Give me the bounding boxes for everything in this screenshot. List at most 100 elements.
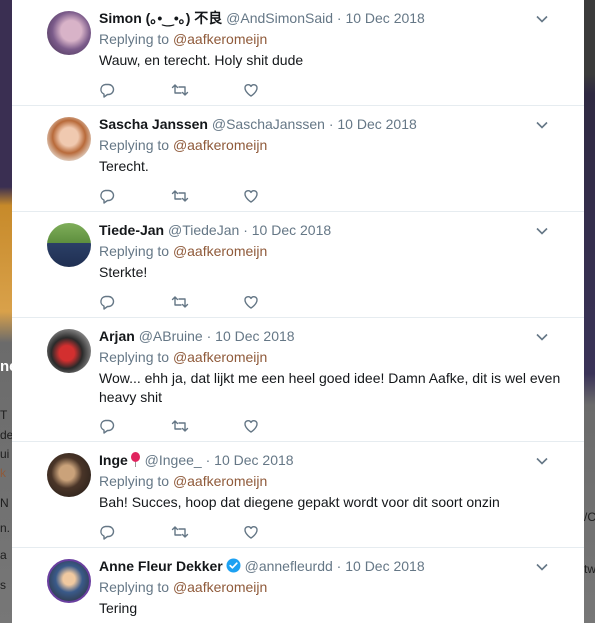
replying-to-label: Replying to — [99, 579, 170, 595]
avatar[interactable] — [47, 117, 91, 161]
like-button[interactable] — [243, 81, 315, 99]
reply-button[interactable] — [99, 523, 171, 541]
tweet-date[interactable]: 10 Dec 2018 — [345, 10, 424, 26]
tweet-actions — [99, 293, 315, 311]
reply-icon[interactable] — [99, 294, 115, 310]
retweet-button[interactable] — [171, 523, 243, 541]
reply-icon[interactable] — [99, 418, 115, 434]
replying-to-label: Replying to — [99, 473, 170, 489]
chevron-down-icon[interactable] — [536, 331, 548, 343]
tweet-reply[interactable]: Inge @Ingee_ · 10 Dec 2018 Replying to @… — [12, 442, 584, 548]
tweet-reply[interactable]: Sascha Janssen @SaschaJanssen · 10 Dec 2… — [12, 106, 584, 212]
author-name[interactable]: Simon (｡•‿•｡) 不良 — [99, 10, 222, 26]
mention-link[interactable]: @aafkeromeijn — [173, 579, 267, 595]
author-name[interactable]: Arjan — [99, 328, 135, 344]
tweet-date[interactable]: 10 Dec 2018 — [345, 558, 424, 574]
replying-to: Replying to @aafkeromeijn — [99, 472, 564, 491]
chevron-down-icon[interactable] — [536, 225, 548, 237]
avatar[interactable] — [47, 11, 91, 55]
heart-icon[interactable] — [243, 294, 259, 310]
retweet-button[interactable] — [171, 417, 243, 435]
separator: · — [328, 116, 334, 132]
tweet-actions — [99, 523, 315, 541]
author-handle[interactable]: @TiedeJan — [168, 222, 239, 238]
mention-link[interactable]: @aafkeromeijn — [173, 243, 267, 259]
like-button[interactable] — [243, 417, 315, 435]
background-page-left: ne T de ui k N n. a s — [0, 0, 12, 623]
tweet-date[interactable]: 10 Dec 2018 — [337, 116, 416, 132]
tweet-reply[interactable]: Simon (｡•‿•｡) 不良 @AndSimonSaid · 10 Dec … — [12, 0, 584, 106]
author-handle[interactable]: @SaschaJanssen — [212, 116, 325, 132]
reply-icon[interactable] — [99, 82, 115, 98]
chevron-down-icon[interactable] — [536, 561, 548, 573]
author-handle[interactable]: @annefleurdd — [245, 558, 333, 574]
separator: · — [336, 558, 342, 574]
background-fragment: n. — [0, 521, 11, 535]
background-fragment: T — [0, 408, 8, 422]
separator: · — [243, 222, 248, 238]
avatar[interactable] — [47, 223, 91, 267]
background-fragment: /C — [584, 510, 595, 524]
reply-icon[interactable] — [99, 524, 115, 540]
like-button[interactable] — [243, 523, 315, 541]
retweet-icon[interactable] — [171, 524, 189, 540]
reply-button[interactable] — [99, 187, 171, 205]
retweet-button[interactable] — [171, 293, 243, 311]
tweet-date[interactable]: 10 Dec 2018 — [252, 222, 331, 238]
separator: · — [206, 328, 212, 344]
reply-icon[interactable] — [99, 188, 115, 204]
retweet-button[interactable] — [171, 81, 243, 99]
tweet-reply[interactable]: Anne Fleur Dekker @annefleurdd · 10 Dec … — [12, 548, 584, 623]
tweet-header: Inge @Ingee_ · 10 Dec 2018 — [99, 451, 564, 470]
replying-to: Replying to @aafkeromeijn — [99, 136, 564, 155]
heart-icon[interactable] — [243, 82, 259, 98]
background-fragment: N — [0, 496, 9, 510]
author-name[interactable]: Inge — [99, 452, 128, 468]
author-name[interactable]: Anne Fleur Dekker — [99, 558, 223, 574]
retweet-button[interactable] — [171, 187, 243, 205]
chevron-down-icon[interactable] — [536, 119, 548, 131]
replying-to: Replying to @aafkeromeijn — [99, 30, 564, 49]
avatar[interactable] — [47, 329, 91, 373]
heart-icon[interactable] — [243, 418, 259, 434]
tweet-date[interactable]: 10 Dec 2018 — [215, 328, 294, 344]
chevron-down-icon[interactable] — [536, 455, 548, 467]
avatar[interactable] — [47, 559, 91, 603]
mention-link[interactable]: @aafkeromeijn — [173, 473, 267, 489]
balloon-emoji-icon — [130, 452, 140, 467]
mention-link[interactable]: @aafkeromeijn — [173, 31, 267, 47]
reply-button[interactable] — [99, 417, 171, 435]
background-fragment: tw — [584, 562, 595, 576]
mention-link[interactable]: @aafkeromeijn — [173, 137, 267, 153]
retweet-icon[interactable] — [171, 294, 189, 310]
like-button[interactable] — [243, 293, 315, 311]
reply-button[interactable] — [99, 293, 171, 311]
tweet-header: Tiede-Jan @TiedeJan · 10 Dec 2018 — [99, 221, 564, 240]
replying-to-label: Replying to — [99, 243, 170, 259]
tweet-text: Terecht. — [99, 158, 149, 174]
author-name[interactable]: Tiede-Jan — [99, 222, 164, 238]
reply-button[interactable] — [99, 81, 171, 99]
author-handle[interactable]: @ABruine — [139, 328, 203, 344]
avatar[interactable] — [47, 453, 91, 497]
heart-icon[interactable] — [243, 524, 259, 540]
author-handle[interactable]: @Ingee_ — [145, 452, 202, 468]
author-name[interactable]: Sascha Janssen — [99, 116, 208, 132]
tweet-header: Simon (｡•‿•｡) 不良 @AndSimonSaid · 10 Dec … — [99, 9, 564, 28]
chevron-down-icon[interactable] — [536, 13, 548, 25]
retweet-icon[interactable] — [171, 188, 189, 204]
mention-link[interactable]: @aafkeromeijn — [173, 349, 267, 365]
background-page-right: /C tw — [584, 0, 595, 623]
tweet-text: Tering — [99, 600, 138, 616]
retweet-icon[interactable] — [171, 82, 189, 98]
tweet-text: Sterkte! — [99, 264, 148, 280]
tweet-reply[interactable]: Tiede-Jan @TiedeJan · 10 Dec 2018 Replyi… — [12, 212, 584, 318]
tweet-reply[interactable]: Arjan @ABruine · 10 Dec 2018 Replying to… — [12, 318, 584, 442]
replying-to: Replying to @aafkeromeijn — [99, 242, 564, 261]
tweet-date[interactable]: 10 Dec 2018 — [214, 452, 293, 468]
replying-to-label: Replying to — [99, 349, 170, 365]
like-button[interactable] — [243, 187, 315, 205]
heart-icon[interactable] — [243, 188, 259, 204]
retweet-icon[interactable] — [171, 418, 189, 434]
author-handle[interactable]: @AndSimonSaid — [226, 10, 333, 26]
